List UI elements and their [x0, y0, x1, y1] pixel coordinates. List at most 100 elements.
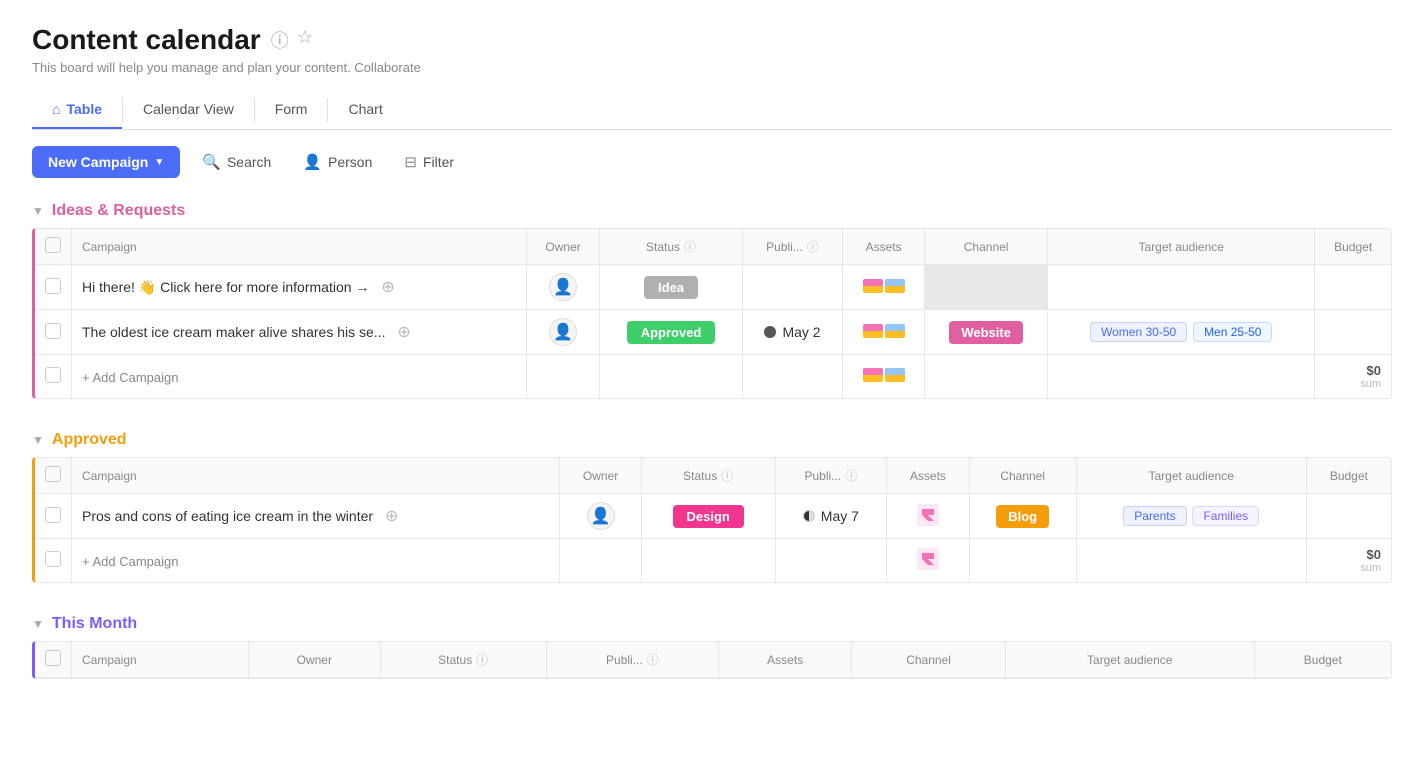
- ideas-col-campaign: Campaign: [72, 229, 527, 265]
- ap-add-check: [35, 539, 72, 583]
- ideas-sum-sub: sum: [1325, 378, 1381, 390]
- person-button[interactable]: 👤 Person: [293, 147, 382, 177]
- thismonth-col-assets: Assets: [719, 642, 852, 678]
- ideas-col-owner: Owner: [526, 229, 599, 265]
- ideas-col-check: [35, 229, 72, 265]
- ideas-col-channel: Channel: [925, 229, 1048, 265]
- ap-row1-channel: Blog: [969, 494, 1076, 539]
- thismonth-chevron-icon[interactable]: ▼: [32, 617, 44, 631]
- ap-row1-checkbox[interactable]: [45, 507, 61, 523]
- add-owner: [526, 355, 599, 399]
- row1-avatar: 👤: [549, 273, 577, 301]
- thismonth-table: Campaign Owner Status ⓘ Publi... ⓘ Asset…: [35, 642, 1391, 678]
- approved-header-checkbox[interactable]: [45, 466, 61, 482]
- status-info-icon: ⓘ: [684, 238, 696, 255]
- filter-button[interactable]: ⊟ Filter: [394, 147, 464, 177]
- toolbar: New Campaign ▼ 🔍 Search 👤 Person ⊟ Filte…: [32, 146, 1392, 178]
- ideas-table: Campaign Owner Status ⓘ Publi... ⓘ Asset…: [35, 229, 1391, 398]
- ap-row1-campaign-text: Pros and cons of eating ice cream in the…: [82, 508, 373, 524]
- thismonth-table-wrap: Campaign Owner Status ⓘ Publi... ⓘ Asset…: [32, 641, 1392, 679]
- thismonth-header-row: Campaign Owner Status ⓘ Publi... ⓘ Asset…: [35, 642, 1391, 678]
- section-thismonth-header: ▼ This Month: [32, 615, 1392, 633]
- section-ideas-header: ▼ Ideas & Requests: [32, 202, 1392, 220]
- row1-campaign-text: Hi there! 👋 Click here for more informat…: [82, 279, 369, 295]
- row2-audience: Women 30-50 Men 25-50: [1048, 310, 1315, 355]
- ap-row1-add-icon[interactable]: ⊕: [385, 508, 398, 525]
- row2-owner: 👤: [526, 310, 599, 355]
- add-publi: [742, 355, 842, 399]
- row2-checkbox[interactable]: [45, 323, 61, 339]
- ap-row1-status: Design: [641, 494, 775, 539]
- row2-audience-tag1: Women 30-50: [1090, 322, 1187, 342]
- row2-status: Approved: [600, 310, 743, 355]
- row1-campaign: Hi there! 👋 Click here for more informat…: [72, 265, 527, 310]
- ideas-sum-value: $0: [1325, 363, 1381, 378]
- row2-add-icon[interactable]: ⊕: [397, 324, 410, 341]
- title-icons: ⓘ ☆: [271, 27, 313, 53]
- search-button[interactable]: 🔍 Search: [192, 147, 281, 177]
- section-approved: ▼ Approved Campaign Owner Status ⓘ Publi…: [32, 431, 1392, 583]
- star-icon[interactable]: ☆: [297, 27, 313, 53]
- flag1: [863, 279, 883, 293]
- ap-add-audience: [1076, 539, 1306, 583]
- thismonth-col-campaign: Campaign: [72, 642, 249, 678]
- approved-col-assets: Assets: [887, 458, 970, 494]
- approved-col-audience: Target audience: [1076, 458, 1306, 494]
- row1-checkbox[interactable]: [45, 278, 61, 294]
- row1-channel: [925, 265, 1048, 310]
- ap-row1-check: [35, 494, 72, 539]
- add-check: [35, 355, 72, 399]
- person-icon: 👤: [303, 153, 322, 171]
- ideas-chevron-icon[interactable]: ▼: [32, 204, 44, 218]
- row2-assets: [843, 310, 925, 355]
- add-campaign-row-approved: + Add Campaign: [35, 539, 1391, 583]
- tab-form[interactable]: Form: [255, 91, 328, 129]
- table-row: Hi there! 👋 Click here for more informat…: [35, 265, 1391, 310]
- approved-publi-info-icon: ⓘ: [845, 467, 857, 484]
- ap-add-checkbox[interactable]: [45, 551, 61, 567]
- row1-add-icon[interactable]: ⊕: [381, 279, 394, 296]
- thismonth-header-checkbox[interactable]: [45, 650, 61, 666]
- row2-assets-flags: [863, 324, 905, 338]
- thismonth-col-check: [35, 642, 72, 678]
- add-checkbox[interactable]: [45, 367, 61, 383]
- ideas-col-publi: Publi... ⓘ: [742, 229, 842, 265]
- search-icon: 🔍: [202, 153, 221, 171]
- row2-campaign: The oldest ice cream maker alive shares …: [72, 310, 527, 355]
- filter-label: Filter: [423, 154, 454, 170]
- ap-row1-audience-tag1: Parents: [1123, 506, 1186, 526]
- add-campaign-row: + Add Campaign: [35, 355, 1391, 399]
- add-status: [600, 355, 743, 399]
- ideas-table-wrap: Campaign Owner Status ⓘ Publi... ⓘ Asset…: [32, 228, 1392, 399]
- tab-calendar[interactable]: Calendar View: [123, 91, 254, 129]
- row2-status-badge: Approved: [627, 321, 716, 344]
- row2-publi: May 2: [742, 310, 842, 355]
- tab-table[interactable]: ⌂ Table: [32, 91, 122, 129]
- section-thismonth: ▼ This Month Campaign Owner Status ⓘ Pub…: [32, 615, 1392, 679]
- ap-row1-campaign: Pros and cons of eating ice cream in the…: [72, 494, 560, 539]
- approved-col-check: [35, 458, 72, 494]
- approved-chevron-icon[interactable]: ▼: [32, 433, 44, 447]
- add-campaign-label[interactable]: + Add Campaign: [82, 370, 178, 385]
- ap-row1-assets: [887, 494, 970, 539]
- header-checkbox[interactable]: [45, 237, 61, 253]
- row2-audience-tag2: Men 25-50: [1193, 322, 1272, 342]
- info-icon[interactable]: ⓘ: [271, 27, 289, 53]
- ap-add-campaign-cell[interactable]: + Add Campaign: [72, 539, 560, 583]
- new-campaign-button[interactable]: New Campaign ▼: [32, 146, 180, 178]
- approved-col-publi: Publi... ⓘ: [775, 458, 887, 494]
- add-assets: [843, 355, 925, 399]
- ideas-col-assets: Assets: [843, 229, 925, 265]
- tab-chart[interactable]: Chart: [328, 91, 402, 129]
- ideas-sum-cell: $0 sum: [1315, 355, 1391, 399]
- ideas-header-row: Campaign Owner Status ⓘ Publi... ⓘ Asset…: [35, 229, 1391, 265]
- approved-section-title: Approved: [52, 431, 127, 449]
- add-campaign-cell[interactable]: + Add Campaign: [72, 355, 527, 399]
- approved-col-budget: Budget: [1306, 458, 1391, 494]
- flag2: [885, 279, 905, 293]
- ap-row1-status-badge: Design: [673, 505, 744, 528]
- flag6: [885, 368, 905, 382]
- row2-check: [35, 310, 72, 355]
- ap-add-campaign-label[interactable]: + Add Campaign: [82, 554, 178, 569]
- ap-row1-publi: May 7: [775, 494, 887, 539]
